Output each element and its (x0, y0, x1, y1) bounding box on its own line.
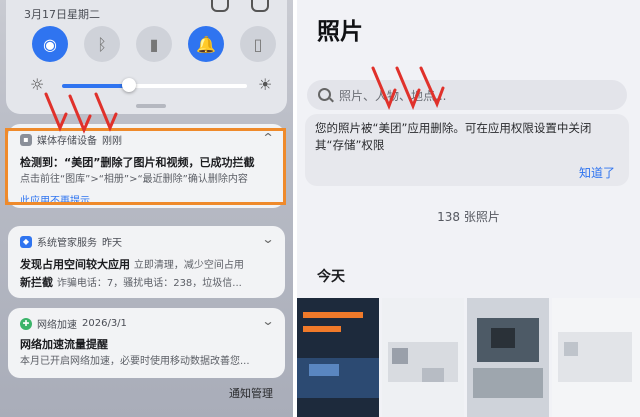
notification-body: 本月已开启网络加速，必要时使用移动数据改善您... (20, 356, 250, 367)
photo-count: 138 张照片 (437, 210, 500, 224)
photo-thumbnail[interactable] (467, 298, 549, 417)
shield-icon: ◆ (20, 235, 32, 248)
brightness-high-icon: ☀ (258, 75, 273, 94)
notification-time: 昨天 (102, 238, 122, 249)
notification-network-accel[interactable]: ✚ 网络加速 2026/3/1 ⌄ 网络加速流量提醒 本月已开启网络加速，必要时… (8, 308, 285, 378)
do-not-remind-link[interactable]: 此应用不再提示 (20, 192, 90, 207)
photo-grid (297, 298, 640, 417)
photo-thumbnail[interactable] (552, 298, 640, 417)
notification-system-manager[interactable]: ◆ 系统管家服务 昨天 ⌄ 发现占用空间较大应用 立即清理，减少空间占用 新拦截… (8, 226, 285, 298)
brightness-track[interactable] (62, 78, 247, 92)
notification-title-text: 发现占用空间较大应用 (20, 258, 130, 271)
wifi-icon: ◉ (43, 34, 57, 54)
notification-app-name: 媒体存储设备 (37, 136, 97, 147)
search-icon (318, 88, 331, 101)
brightness-low-icon: ☼ (30, 75, 45, 94)
notification-title: 检测到：“美团”删除了图片和视频，已成功拦截 (20, 156, 255, 169)
sound-toggle[interactable]: 🔔 (188, 26, 224, 62)
photo-thumbnail[interactable] (297, 298, 379, 417)
banner-message: 您的照片被“美团”应用删除。可在应用权限设置中关闭其“存储”权限 (315, 121, 592, 152)
notification-title: 发现占用空间较大应用 立即清理，减少空间占用 (20, 256, 244, 272)
search-placeholder: 照片、人物、地点... (339, 89, 447, 103)
notification-app-name: 系统管家服务 (37, 238, 97, 249)
notification-header: ▪ 媒体存储设备 刚刚 (20, 132, 122, 147)
wifi-toggle[interactable]: ◉ (32, 26, 68, 62)
flashlight-toggle[interactable]: ▮ (136, 26, 172, 62)
date-label: 3月17日星期二 (24, 8, 100, 21)
quick-settings-panel: 3月17日星期二 ◉ ᛒ ▮ 🔔 ▯ ☼ ☀ (6, 0, 287, 114)
bluetooth-toggle[interactable]: ᛒ (84, 26, 120, 62)
brightness-fill (62, 84, 129, 88)
top-icons (211, 0, 269, 12)
notification-title: 网络加速流量提醒 (20, 338, 108, 351)
chevron-up-icon[interactable]: ⌄ (261, 130, 274, 144)
notification-manage-button[interactable]: 通知管理 (229, 385, 273, 401)
toggle-row: ◉ ᛒ ▮ 🔔 ▯ (32, 26, 276, 62)
brightness-slider[interactable]: ☼ ☀ (30, 76, 280, 96)
notification-media-storage[interactable]: ▪ 媒体存储设备 刚刚 ⌄ 检测到：“美团”删除了图片和视频，已成功拦截 点击前… (8, 124, 285, 208)
notification-title-tail: 立即清理，减少空间占用 (133, 260, 244, 271)
gallery-screen: 照片 照片、人物、地点... 您的照片被“美团”应用删除。可在应用权限设置中关闭… (297, 0, 640, 417)
notification-subtitle: 新拦截 诈骗电话：7，骚扰电话：238，垃圾信... (20, 274, 242, 290)
search-bar[interactable]: 照片、人物、地点... (307, 80, 627, 110)
notification-subtitle-body: 诈骗电话：7，骚扰电话：238，垃圾信... (56, 278, 242, 289)
bluetooth-icon: ᛒ (97, 34, 107, 54)
notification-app-name: 网络加速 (37, 320, 77, 331)
settings-icon[interactable] (251, 0, 269, 12)
got-it-button[interactable]: 知道了 (579, 164, 615, 181)
edit-icon[interactable] (211, 0, 229, 12)
drag-handle[interactable] (136, 104, 166, 108)
deletion-warning-banner: 您的照片被“美团”应用删除。可在应用权限设置中关闭其“存储”权限 知道了 (305, 114, 629, 186)
vibrate-toggle[interactable]: ▯ (240, 26, 276, 62)
section-today: 今天 (317, 269, 345, 285)
flashlight-icon: ▮ (149, 34, 159, 54)
notification-header: ✚ 网络加速 2026/3/1 (20, 316, 127, 331)
notification-shade: 3月17日星期二 ◉ ᛒ ▮ 🔔 ▯ ☼ ☀ ▪ 媒体存储设备 刚刚 ⌄ 检测到… (0, 0, 293, 417)
chevron-down-icon[interactable]: ⌄ (261, 232, 274, 246)
notification-time: 2026/3/1 (82, 318, 127, 329)
photo-thumbnail[interactable] (382, 298, 464, 417)
notification-header: ◆ 系统管家服务 昨天 (20, 234, 122, 249)
bell-icon: 🔔 (196, 34, 216, 54)
vibrate-icon: ▯ (253, 34, 263, 54)
page-title: 照片 (317, 19, 363, 45)
network-icon: ✚ (20, 317, 32, 330)
notification-time: 刚刚 (102, 136, 122, 147)
notification-subtitle-text: 新拦截 (20, 276, 53, 289)
chevron-down-icon[interactable]: ⌄ (261, 314, 274, 328)
brightness-knob[interactable] (121, 78, 136, 92)
notification-body: 点击前往“图库”>“相册”>“最近删除”确认删除内容 (20, 174, 248, 185)
media-storage-icon: ▪ (20, 133, 32, 146)
